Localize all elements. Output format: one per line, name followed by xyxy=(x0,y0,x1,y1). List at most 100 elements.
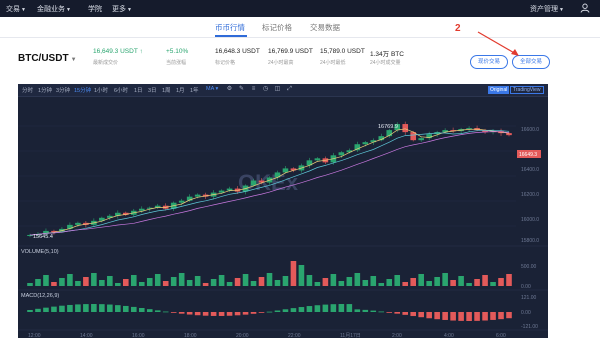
chevron-down-icon: ▼ xyxy=(127,7,132,13)
volume-bar xyxy=(154,274,161,286)
volume-bar xyxy=(330,274,337,286)
timeframe-option[interactable]: 1月 xyxy=(176,86,185,94)
tab-mark-price[interactable]: 标记价格 xyxy=(262,22,292,33)
timeframe-option-active[interactable]: 15分钟 xyxy=(74,86,91,94)
timeframe-option[interactable]: 1小时 xyxy=(94,86,108,94)
macd-indicator-label: MACD(12,26,9) xyxy=(21,293,59,299)
macd-bar xyxy=(146,309,153,312)
candle-body xyxy=(282,168,289,173)
candle-body xyxy=(354,144,361,151)
volume-bar xyxy=(99,280,105,286)
fullscreen-icon[interactable]: ⤢ xyxy=(286,86,293,93)
user-icon[interactable] xyxy=(580,3,590,13)
macd-bar xyxy=(354,309,361,312)
macd-bar xyxy=(450,312,456,321)
macd-bar xyxy=(67,304,73,312)
macd-bar xyxy=(418,312,424,318)
volume-bar xyxy=(35,279,41,286)
settings-icon[interactable]: ⚙ xyxy=(226,86,233,93)
volume-bar xyxy=(434,277,440,286)
macd-bar xyxy=(394,312,401,314)
kline-chart[interactable]: 分时 1分钟 3分钟 15分钟 1小时 6小时 1日 3日 1周 1月 1年 M… xyxy=(18,84,548,338)
volume-bar xyxy=(306,275,313,286)
price-axis-tick: 16000.0 xyxy=(521,217,539,223)
chevron-down-icon: ▼ xyxy=(21,7,26,13)
candle-body xyxy=(506,133,512,136)
macd-bar xyxy=(59,305,65,312)
clock-icon[interactable]: ◷ xyxy=(262,86,269,93)
macd-bar xyxy=(298,307,305,312)
timeframe-option[interactable]: 1分钟 xyxy=(38,86,52,94)
volume-bar xyxy=(27,283,33,286)
macd-bar xyxy=(330,304,337,312)
volume-bar xyxy=(402,282,409,286)
volume-bar xyxy=(458,276,464,286)
volume-bar xyxy=(274,280,281,286)
macd-bar xyxy=(250,312,257,314)
macd-bar xyxy=(210,312,217,316)
volume-bar xyxy=(218,275,225,286)
volume-bar xyxy=(234,278,241,286)
timeframe-option[interactable]: 3日 xyxy=(148,86,157,94)
indicator-select[interactable]: MA ▾ xyxy=(206,86,218,92)
macd-bar xyxy=(258,312,265,313)
macd-bar xyxy=(99,304,105,312)
time-axis-tick: 4:00 xyxy=(444,333,454,338)
stat-high: 16,769.9 USDT 24小时最高 xyxy=(268,48,313,66)
candle-body xyxy=(362,142,369,145)
timeframe-option[interactable]: 3分钟 xyxy=(56,86,70,94)
volume-bar xyxy=(186,280,193,286)
volume-bar xyxy=(298,265,305,286)
nav-academy[interactable]: 学院 xyxy=(88,4,102,14)
volume-bar xyxy=(466,283,472,286)
price-axis-tick: 16600.0 xyxy=(521,127,539,133)
macd-bar xyxy=(410,312,416,317)
timeframe-option[interactable]: 1日 xyxy=(134,86,143,94)
timeframe-option[interactable]: 分时 xyxy=(22,86,33,94)
pair-selector[interactable]: BTC/USDT ▼ xyxy=(18,53,77,64)
tab-trading-data[interactable]: 交易数据 xyxy=(310,22,340,33)
nav-trade[interactable]: 交易▼ xyxy=(6,4,26,14)
volume-bar xyxy=(266,273,273,286)
volume-bar xyxy=(290,261,297,286)
price-axis-tick: 16200.0 xyxy=(521,192,539,198)
timeframe-option[interactable]: 1年 xyxy=(190,86,199,94)
draw-pen-icon[interactable]: ✎ xyxy=(238,86,245,93)
nav-finance[interactable]: 金融业务▼ xyxy=(37,4,71,14)
volume-bar xyxy=(170,277,177,286)
volume-bar xyxy=(346,277,353,286)
stat-low: 15,789.0 USDT 24小时最低 xyxy=(320,48,365,66)
nav-asset-management[interactable]: 资产管理▼ xyxy=(530,4,564,14)
volume-bar xyxy=(242,274,249,286)
timeframe-option[interactable]: 1周 xyxy=(162,86,171,94)
time-axis-tick: 11月17日 xyxy=(340,333,361,338)
macd-bar xyxy=(458,312,464,321)
view-tradingview-button[interactable]: TradingView xyxy=(510,86,544,94)
nav-more[interactable]: 更多▼ xyxy=(112,4,132,14)
macd-histogram xyxy=(27,304,512,321)
volume-bar xyxy=(450,280,456,286)
top-navigation-bar: 交易▼ 金融业务▼ 学院 更多▼ 资产管理▼ xyxy=(0,0,600,17)
volume-bar xyxy=(442,273,448,286)
stat-volume: 1.34万 BTC 24小时成交量 xyxy=(370,51,404,66)
volume-bar xyxy=(107,276,113,286)
stat-last-price: 16,649.3 USDT ↑ 最新成交价 xyxy=(93,48,143,66)
volume-axis-tick: 500.00 xyxy=(521,264,537,270)
screenshot-icon[interactable]: ◫ xyxy=(274,86,281,93)
indicator-list-icon[interactable]: ≡ xyxy=(250,86,257,93)
macd-bar xyxy=(306,306,313,312)
macd-bar xyxy=(138,307,145,312)
volume-bar xyxy=(498,278,504,286)
volume-bar xyxy=(178,273,185,286)
timeframe-option[interactable]: 6小时 xyxy=(114,86,128,94)
tab-spot-market[interactable]: 币币行情 xyxy=(215,22,245,33)
macd-bar xyxy=(35,308,41,312)
macd-bar xyxy=(506,312,512,319)
macd-bar xyxy=(218,312,225,316)
macd-bar xyxy=(362,309,369,312)
macd-bar xyxy=(474,312,480,321)
macd-bar xyxy=(234,312,241,316)
volume-bar xyxy=(426,281,432,286)
macd-bar xyxy=(346,304,353,312)
view-original-button[interactable]: Original xyxy=(488,86,510,94)
